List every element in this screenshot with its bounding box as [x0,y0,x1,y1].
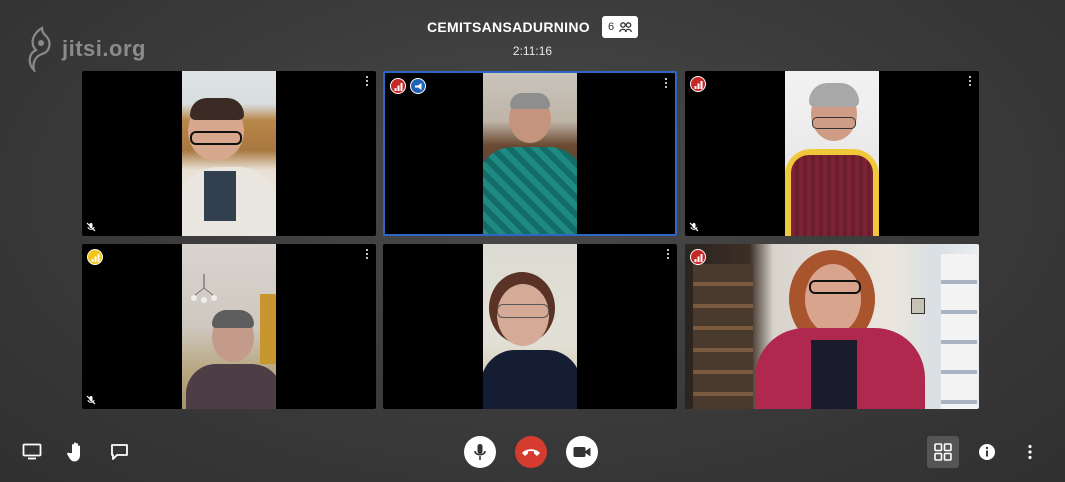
participant-video [182,244,276,409]
tile-more-icon[interactable] [366,76,369,86]
participant-tile[interactable] [82,244,376,409]
tile-more-icon[interactable] [366,249,369,259]
participant-tile[interactable] [685,71,979,236]
participants-icon [619,21,633,32]
hangup-icon [522,449,540,456]
camera-icon [573,447,591,457]
dominant-speaker-indicator [410,78,426,94]
tile-view-button[interactable] [927,436,959,468]
mic-muted-icon [86,395,96,405]
chat-icon[interactable] [110,443,129,461]
info-icon[interactable] [978,443,996,461]
signal-bars-icon [394,82,402,91]
tile-more-icon[interactable] [969,76,972,86]
meeting-title: CEMITSANSADURNINO [426,19,590,35]
connection-poor-indicator[interactable] [690,76,706,92]
tile-more-icon[interactable] [667,249,670,259]
ceiling-lamp [191,274,217,303]
tile-view-icon [934,443,952,461]
screen-share-icon[interactable] [22,443,42,460]
meeting-header: CEMITSANSADURNINO 6 2:11:16 [0,16,1065,58]
participant-tile-active-speaker[interactable] [383,71,677,236]
megaphone-icon [414,82,421,90]
participant-count-badge[interactable]: 6 [601,16,639,38]
meeting-timer: 2:11:16 [512,44,553,58]
microphone-icon [474,444,486,460]
participant-tile[interactable] [82,71,376,236]
mic-muted-icon [689,222,699,232]
microphone-button[interactable] [464,436,496,468]
more-options-icon[interactable] [1027,444,1033,460]
connection-weak-indicator[interactable] [87,249,103,265]
signal-bars-icon [91,253,99,262]
participant-count: 6 [607,21,615,33]
participant-tile[interactable] [685,244,979,409]
tile-more-icon[interactable] [665,78,668,88]
participant-video [483,244,577,409]
raise-hand-icon[interactable] [66,441,86,463]
participant-video [483,73,577,234]
connection-poor-indicator[interactable] [390,78,406,94]
participant-tile[interactable] [383,244,677,409]
signal-bars-icon [694,253,702,262]
connection-poor-indicator[interactable] [690,249,706,265]
hangup-button[interactable] [515,436,547,468]
participant-video [785,71,879,236]
mic-muted-icon [86,222,96,232]
signal-bars-icon [694,80,702,89]
camera-button[interactable] [566,436,598,468]
participant-video [182,71,276,236]
participant-video [685,244,979,409]
